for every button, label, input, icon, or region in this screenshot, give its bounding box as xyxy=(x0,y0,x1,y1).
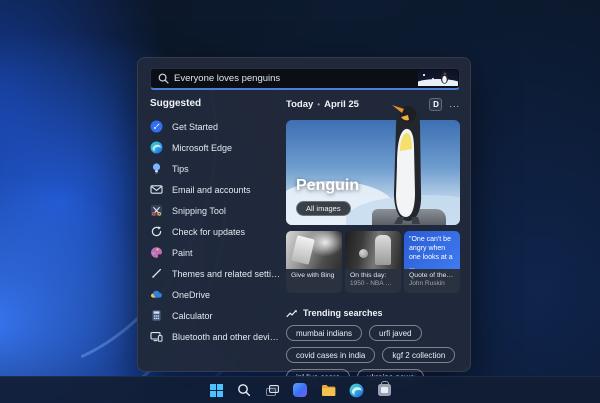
card-caption: On this day: xyxy=(350,272,387,279)
rocket-icon xyxy=(150,120,163,133)
task-view-icon xyxy=(265,384,279,396)
penguin-illustration xyxy=(418,70,458,86)
trending-icon xyxy=(286,309,297,317)
edge-icon xyxy=(150,141,163,154)
photo-shape xyxy=(291,235,315,265)
lightbulb-icon xyxy=(150,162,163,175)
mini-penguin-icon xyxy=(440,71,449,84)
scissors-icon xyxy=(150,204,163,217)
folder-icon xyxy=(321,384,335,396)
bing-daily-section: Today • April 25 D ... Penguin All image… xyxy=(286,96,460,385)
edge-icon xyxy=(349,383,363,397)
search-input[interactable] xyxy=(174,73,452,84)
desktop: Suggested Get Started Microsoft Edge Tip… xyxy=(0,0,600,403)
suggested-item-paint[interactable]: Paint xyxy=(150,242,282,263)
widgets-button[interactable] xyxy=(290,380,311,401)
hero-card-penguin[interactable]: Penguin All images xyxy=(286,105,460,225)
suggested-item-email-accounts[interactable]: Email and accounts xyxy=(150,179,282,200)
card-caption: Give with Bing xyxy=(291,272,335,279)
suggested-item-label: OneDrive xyxy=(172,289,211,300)
suggested-item-calculator[interactable]: Calculator xyxy=(150,305,282,326)
snow-decoration xyxy=(418,79,458,86)
on-this-day-photo xyxy=(345,231,401,269)
trending-pill[interactable]: covid cases in india xyxy=(286,347,376,363)
suggested-item-onedrive[interactable]: OneDrive xyxy=(150,284,282,305)
suggested-item-label: Calculator xyxy=(172,310,213,321)
trending-pill[interactable]: kgf 2 collection xyxy=(382,347,456,363)
trending-pill[interactable]: urfi javed xyxy=(369,325,422,341)
card-subcaption: 1950 - NBA miles... xyxy=(350,280,396,288)
card-subcaption: John Ruskin xyxy=(409,280,445,288)
task-view-button[interactable] xyxy=(262,380,283,401)
suggested-item-label: Bluetooth and other devices sett... xyxy=(172,331,282,342)
trending-heading: Trending searches xyxy=(303,308,383,318)
taskbar-search-button[interactable] xyxy=(234,380,255,401)
widgets-icon xyxy=(293,383,307,397)
edge-button[interactable] xyxy=(346,380,367,401)
suggested-item-microsoft-edge[interactable]: Microsoft Edge xyxy=(150,137,282,158)
hero-title: Penguin xyxy=(296,177,360,194)
suggested-item-label: Microsoft Edge xyxy=(172,142,233,153)
search-icon xyxy=(158,73,169,84)
suggested-item-label: Snipping Tool xyxy=(172,205,226,216)
daily-cards-row: Give with Bing On this day: 1950 - NBA m… xyxy=(286,231,460,293)
more-options-icon[interactable]: ... xyxy=(449,100,460,109)
suggested-section: Suggested Get Started Microsoft Edge Tip… xyxy=(150,98,282,347)
suggested-item-label: Get Started xyxy=(172,121,219,132)
suggested-item-tips[interactable]: Tips xyxy=(150,158,282,179)
suggested-item-label: Check for updates xyxy=(172,226,246,237)
onedrive-cloud-icon xyxy=(150,288,163,301)
give-with-bing-photo xyxy=(286,231,342,269)
devices-icon xyxy=(150,330,163,343)
suggested-item-get-started[interactable]: Get Started xyxy=(150,116,282,137)
trending-pill[interactable]: mumbai indians xyxy=(286,325,363,341)
file-explorer-button[interactable] xyxy=(318,380,339,401)
suggested-item-label: Email and accounts xyxy=(172,184,251,195)
suggested-item-label: Paint xyxy=(172,247,193,258)
trending-section: Trending searches mumbai indians urfi ja… xyxy=(286,308,460,385)
suggested-item-themes[interactable]: Themes and related settings xyxy=(150,263,282,284)
today-label: Today xyxy=(286,98,314,110)
store-icon xyxy=(377,381,391,396)
search-flyout: Suggested Get Started Microsoft Edge Tip… xyxy=(137,57,471,385)
suggested-heading: Suggested xyxy=(150,98,202,109)
sync-icon xyxy=(150,225,163,238)
mail-icon xyxy=(150,183,163,196)
taskbar xyxy=(0,376,600,403)
all-images-button[interactable]: All images xyxy=(296,201,351,216)
card-quote-of-the-day[interactable]: "One can't be angry when one looks at a … xyxy=(404,231,460,293)
date-label: April 25 xyxy=(324,98,359,110)
search-bar[interactable] xyxy=(150,68,460,90)
store-button[interactable] xyxy=(374,380,395,401)
palette-icon xyxy=(150,246,163,259)
stars-decoration xyxy=(423,74,425,76)
basketball-shape xyxy=(359,249,368,258)
quote-background: "One can't be angry when one looks at a … xyxy=(404,231,460,271)
brush-icon xyxy=(150,267,163,280)
card-caption: Quote of the day: xyxy=(409,272,455,279)
card-on-this-day[interactable]: On this day: 1950 - NBA miles... xyxy=(345,231,401,293)
start-button[interactable] xyxy=(206,380,227,401)
card-give-with-bing[interactable]: Give with Bing xyxy=(286,231,342,293)
suggested-item-check-updates[interactable]: Check for updates xyxy=(150,221,282,242)
quote-text: "One can't be angry when one looks at a … xyxy=(409,236,453,271)
suggested-item-label: Tips xyxy=(172,163,189,174)
photo-shape xyxy=(375,235,391,265)
penguin-image xyxy=(392,105,422,224)
calculator-icon xyxy=(150,309,163,322)
suggested-item-label: Themes and related settings xyxy=(172,268,282,279)
suggested-item-snipping-tool[interactable]: Snipping Tool xyxy=(150,200,282,221)
search-icon xyxy=(238,384,251,397)
windows-logo-icon xyxy=(209,383,223,397)
suggested-item-bluetooth-devices[interactable]: Bluetooth and other devices sett... xyxy=(150,326,282,347)
separator-dot: • xyxy=(317,99,321,109)
